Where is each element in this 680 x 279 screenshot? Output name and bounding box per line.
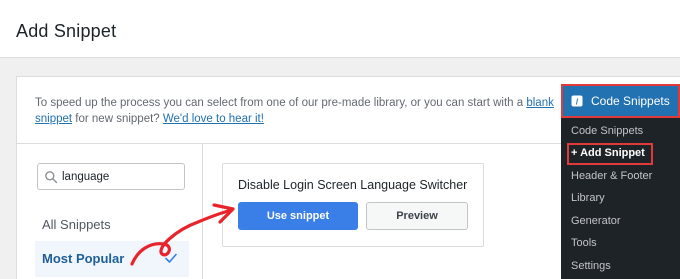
page-title: Add Snippet: [16, 21, 117, 41]
feedback-link[interactable]: We'd love to hear it!: [163, 113, 264, 125]
menu-code-snippets-head[interactable]: / Code Snippets: [561, 84, 680, 118]
preview-button[interactable]: Preview: [366, 202, 468, 230]
red-arrow-annotation: [130, 203, 235, 266]
search-box[interactable]: [37, 163, 185, 190]
code-snippets-icon: /: [571, 95, 583, 107]
menu-item-header-footer[interactable]: Header & Footer: [571, 170, 652, 182]
menu-head-label: Code Snippets: [591, 94, 670, 108]
intro-text-before: To speed up the process you can select f…: [35, 97, 527, 109]
category-all-snippets[interactable]: All Snippets: [42, 217, 111, 232]
snippet-title: Disable Login Screen Language Switcher: [238, 178, 468, 192]
admin-menu: / Code Snippets Code Snippets + Add Snip…: [561, 84, 680, 279]
menu-item-tools[interactable]: Tools: [571, 237, 597, 249]
menu-item-settings[interactable]: Settings: [571, 260, 611, 272]
search-icon: [45, 171, 58, 184]
menu-item-add-snippet[interactable]: + Add Snippet: [571, 147, 645, 159]
intro-text-middle: for new snippet?: [72, 113, 163, 125]
use-snippet-button[interactable]: Use snippet: [238, 202, 358, 230]
menu-item-code-snippets[interactable]: Code Snippets: [571, 125, 643, 137]
search-input[interactable]: [62, 166, 180, 187]
menu-item-library[interactable]: Library: [571, 192, 605, 204]
menu-item-generator[interactable]: Generator: [571, 215, 621, 227]
intro-text: To speed up the process you can select f…: [35, 95, 565, 127]
page-header: Add Snippet: [0, 0, 680, 58]
category-most-popular[interactable]: Most Popular: [42, 251, 124, 266]
snippet-card: Disable Login Screen Language Switcher U…: [222, 163, 484, 247]
